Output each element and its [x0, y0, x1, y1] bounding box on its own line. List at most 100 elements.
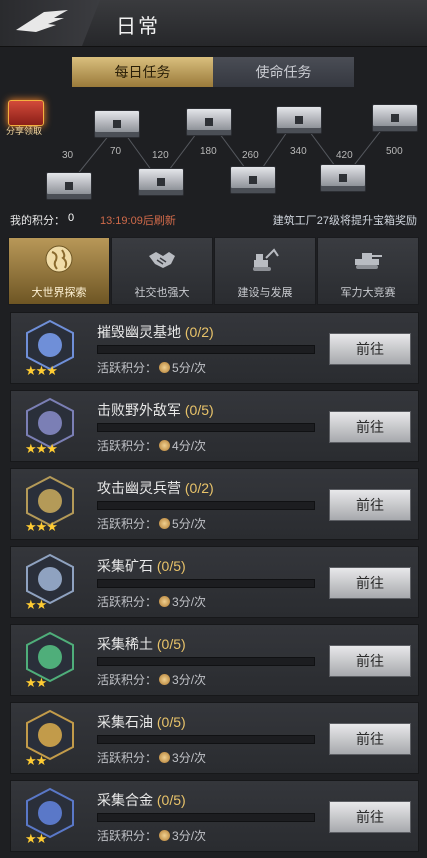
task-score-value: 3分/次 — [172, 673, 207, 687]
handshake-icon — [149, 252, 175, 268]
task-progress-bar — [97, 735, 315, 744]
goto-button[interactable]: 前往 — [329, 567, 411, 599]
task-score-label: 活跃积分： — [97, 829, 158, 843]
task-row: ★★ 采集合金 (0/5) 活跃积分： 3分/次 前往 — [10, 780, 419, 852]
reward-chest-180[interactable] — [186, 108, 232, 136]
eagle-wing-icon — [16, 10, 68, 32]
coin-icon — [159, 440, 171, 451]
task-score-value: 3分/次 — [172, 829, 207, 843]
category-world-explore[interactable]: 大世界探索 — [8, 237, 110, 305]
gift-box-icon[interactable] — [8, 100, 44, 126]
task-badge-core — [38, 645, 62, 669]
task-badge-core — [38, 333, 62, 357]
category-label: 社交也强大 — [134, 287, 190, 299]
coin-icon — [159, 674, 171, 685]
task-score-value: 3分/次 — [172, 595, 207, 609]
reward-chest-500[interactable] — [372, 104, 418, 132]
tab-mission-tasks[interactable]: 使命任务 — [213, 57, 354, 87]
goto-button[interactable]: 前往 — [329, 645, 411, 677]
task-name: 摧毁幽灵基地 — [97, 324, 181, 340]
star-rating: ★★★ — [25, 363, 58, 378]
goto-button[interactable]: 前往 — [329, 489, 411, 521]
task-badge-core — [38, 411, 62, 435]
task-row: ★★ 采集石油 (0/5) 活跃积分： 3分/次 前往 — [10, 702, 419, 774]
level-label: 340 — [290, 146, 307, 157]
header-bar: 日常 — [0, 0, 427, 47]
reward-chest-420[interactable] — [320, 164, 366, 192]
task-score-label: 活跃积分： — [97, 751, 158, 765]
reward-chest-120[interactable] — [138, 168, 184, 196]
reward-chest-340[interactable] — [276, 106, 322, 134]
star-rating: ★★ — [25, 675, 47, 690]
level-label: 30 — [62, 150, 74, 161]
task-score: 活跃积分： 4分/次 — [97, 437, 206, 454]
goto-button[interactable]: 前往 — [329, 411, 411, 443]
task-badge-core — [38, 801, 62, 825]
task-row: ★★★ 击败野外敌军 (0/5) 活跃积分： 4分/次 前往 — [10, 390, 419, 462]
star-rating: ★★ — [25, 753, 47, 768]
task-progress-count: (0/2) — [184, 480, 214, 496]
tab-daily-tasks[interactable]: 每日任务 — [72, 57, 213, 87]
my-score-label: 我的积分： — [10, 215, 65, 227]
refresh-timer: 13:19:09后刷新 — [100, 215, 176, 227]
task-row: ★★★ 攻击幽灵兵营 (0/2) 活跃积分： 5分/次 前往 — [10, 468, 419, 540]
level-label: 420 — [336, 150, 353, 161]
tank-icon — [355, 253, 382, 269]
task-row: ★★ 采集矿石 (0/5) 活跃积分： 3分/次 前往 — [10, 546, 419, 618]
task-progress-count: (0/5) — [156, 558, 186, 574]
share-claim-label[interactable]: 分享领取 — [6, 124, 42, 137]
task-progress-count: (0/5) — [156, 636, 186, 652]
factory-upgrade-note: 建筑工厂27级将提升宝箱奖励 — [272, 215, 417, 227]
task-score-label: 活跃积分： — [97, 517, 158, 531]
goto-button[interactable]: 前往 — [329, 333, 411, 365]
task-title: 采集稀土 (0/5) — [97, 634, 186, 654]
category-label: 军力大竞赛 — [340, 287, 396, 299]
task-name: 击败野外敌军 — [97, 402, 181, 418]
level-label: 260 — [242, 150, 259, 161]
reward-chest-30[interactable] — [46, 172, 92, 200]
task-badge-core — [38, 723, 62, 747]
task-row: ★★ 采集稀土 (0/5) 活跃积分： 3分/次 前往 — [10, 624, 419, 696]
level-label: 180 — [200, 146, 217, 157]
task-score-value: 3分/次 — [172, 751, 207, 765]
task-name: 采集稀土 — [97, 636, 153, 652]
task-score: 活跃积分： 5分/次 — [97, 515, 206, 532]
task-score: 活跃积分： 5分/次 — [97, 359, 206, 376]
task-progress-bar — [97, 657, 315, 666]
star-rating: ★★★ — [25, 519, 58, 534]
category-military[interactable]: 军力大竞赛 — [317, 237, 419, 305]
task-score: 活跃积分： 3分/次 — [97, 749, 206, 766]
level-label: 120 — [152, 150, 169, 161]
star-rating: ★★★ — [25, 441, 58, 456]
task-score-value: 5分/次 — [172, 517, 207, 531]
task-title: 采集石油 (0/5) — [97, 712, 186, 732]
globe-icon — [45, 245, 73, 273]
category-label: 建设与发展 — [237, 287, 293, 299]
category-build[interactable]: 建设与发展 — [214, 237, 316, 305]
task-title: 采集矿石 (0/5) — [97, 556, 186, 576]
goto-button[interactable]: 前往 — [329, 801, 411, 833]
task-title: 攻击幽灵兵营 (0/2) — [97, 478, 214, 498]
back-button[interactable] — [0, 0, 100, 46]
reward-chest-260[interactable] — [230, 166, 276, 194]
task-badge-core — [38, 489, 62, 513]
category-social[interactable]: 社交也强大 — [111, 237, 213, 305]
task-progress-bar — [97, 579, 315, 588]
excavator-icon — [253, 248, 279, 271]
task-score-label: 活跃积分： — [97, 595, 158, 609]
star-rating: ★★ — [25, 597, 47, 612]
level-label: 500 — [386, 146, 403, 157]
page-title: 日常 — [116, 16, 160, 38]
task-name: 采集矿石 — [97, 558, 153, 574]
task-progress-bar — [97, 501, 315, 510]
task-row: ★★★ 摧毁幽灵基地 (0/2) 活跃积分： 5分/次 前往 — [10, 312, 419, 384]
task-title: 采集合金 (0/5) — [97, 790, 186, 810]
category-tabs: 大世界探索 社交也强大 建设与发展 军力大竞赛 — [8, 237, 419, 305]
category-label: 大世界探索 — [31, 287, 87, 299]
goto-button[interactable]: 前往 — [329, 723, 411, 755]
coin-icon — [159, 362, 171, 373]
reward-chest-70[interactable] — [94, 110, 140, 138]
coin-icon — [159, 518, 171, 529]
task-score-value: 5分/次 — [172, 361, 207, 375]
task-progress-bar — [97, 423, 315, 432]
